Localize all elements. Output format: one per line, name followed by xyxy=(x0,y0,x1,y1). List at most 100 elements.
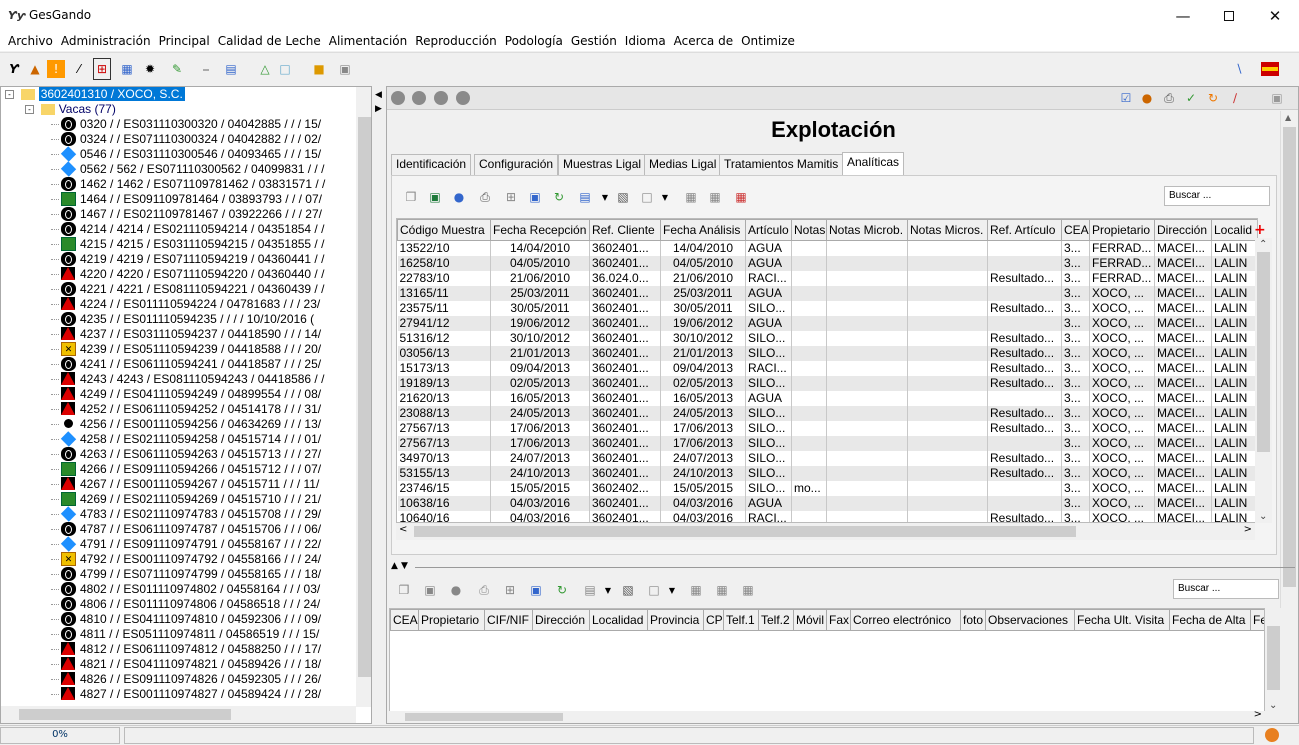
excel-icon[interactable]: ▣ xyxy=(421,581,439,599)
menu-gestion[interactable]: Gestión xyxy=(567,34,621,48)
column-header[interactable]: Ref. Cliente xyxy=(589,219,661,241)
save-icon[interactable]: ▣ xyxy=(527,581,545,599)
tree-root[interactable]: - 3602401310 / XOCO, S.C. xyxy=(5,87,185,102)
tree-hscroll[interactable] xyxy=(1,706,356,723)
window-icon[interactable]: □ xyxy=(276,60,294,78)
brush-icon[interactable]: ∕ xyxy=(1226,89,1244,107)
lower-vscroll-thumb[interactable] xyxy=(1267,626,1280,690)
chevron-down-icon[interactable]: ▼ xyxy=(599,581,617,599)
table-row[interactable]: 22783/10 21/06/2010 36.024.0... 21/06/2010 R… xyxy=(397,271,1257,286)
column-header[interactable]: CIF/NIF xyxy=(484,609,533,631)
collapse-icon[interactable]: - xyxy=(25,105,34,115)
table-row[interactable]: 27567/13 17/06/2013 3602401... 17/06/2013 SI… xyxy=(397,436,1257,451)
split-arrows[interactable]: ▲ ▼ xyxy=(387,561,1298,573)
collapse-left-icon[interactable]: ◀ xyxy=(375,90,382,100)
menu-reproduccion[interactable]: Reproducción xyxy=(411,34,501,48)
save-icon[interactable]: ▣ xyxy=(526,188,544,206)
column-header[interactable]: Móvil xyxy=(793,609,827,631)
column-header[interactable]: Dirección xyxy=(532,609,590,631)
disconnect-icon[interactable]: ▣ xyxy=(336,60,354,78)
tools-icon[interactable]: ⎯ xyxy=(197,60,215,78)
calendar-icon[interactable]: ▦ xyxy=(118,60,136,78)
add-row-icon[interactable]: + xyxy=(1254,222,1266,238)
herd-icon[interactable]: ✹ xyxy=(141,60,159,78)
add-icon[interactable]: ⊞ xyxy=(502,188,520,206)
home-icon[interactable]: ▲ xyxy=(26,60,44,78)
table-vscroll-thumb[interactable] xyxy=(1257,252,1270,452)
chart-icon[interactable]: ▤ xyxy=(576,188,594,206)
tab-muestras-ligal[interactable]: Muestras Ligal xyxy=(558,154,647,175)
table-row[interactable]: 03056/13 21/01/2013 3602401... 21/01/2013 SI… xyxy=(397,346,1257,361)
spain-flag-icon[interactable] xyxy=(1261,62,1279,76)
table-hscroll-thumb[interactable] xyxy=(414,526,1076,537)
tab-medias-ligal[interactable]: Medias Ligal xyxy=(644,154,722,175)
print-icon[interactable]: ⎙ xyxy=(475,581,493,599)
globe-icon[interactable]: ● xyxy=(447,581,465,599)
table-row[interactable]: 23746/15 15/05/2015 3602402... 15/05/2015 SI… xyxy=(397,481,1257,496)
grid-icon[interactable]: ▦ xyxy=(706,188,724,206)
close-icon[interactable]: ✕ xyxy=(1252,0,1298,31)
check-icon[interactable]: ✓ xyxy=(1182,89,1200,107)
panel-vscroll[interactable]: ▲ xyxy=(1280,111,1297,671)
card-icon[interactable]: ▤ xyxy=(222,60,240,78)
lower-search-input[interactable]: Buscar ... xyxy=(1173,579,1279,599)
chevron-down-icon[interactable]: ▼ xyxy=(656,188,674,206)
column-header[interactable]: Artículo xyxy=(745,219,792,241)
lock-icon[interactable]: ■ xyxy=(310,60,328,78)
report-icon[interactable]: ▦ xyxy=(739,581,757,599)
table-row[interactable]: 19189/13 02/05/2013 3602401... 02/05/2013 SI… xyxy=(397,376,1257,391)
excel-icon[interactable]: ▣ xyxy=(426,188,444,206)
column-header[interactable]: Fax xyxy=(826,609,851,631)
globe-icon[interactable]: ● xyxy=(1138,89,1156,107)
pencil-icon[interactable]: ∖ xyxy=(1230,60,1248,78)
calculator-icon[interactable]: ▦ xyxy=(687,581,705,599)
column-header[interactable]: Correo electrónico xyxy=(850,609,961,631)
table-row[interactable]: 27567/13 17/06/2013 3602401... 17/06/2013 SI… xyxy=(397,421,1257,436)
clock-icon[interactable] xyxy=(1265,728,1279,742)
column-header[interactable]: Fecha Ult. Visita xyxy=(1074,609,1170,631)
tree-vscroll-thumb[interactable] xyxy=(358,117,371,677)
page-icon[interactable]: □ xyxy=(638,188,656,206)
menu-principal[interactable]: Principal xyxy=(155,34,214,48)
column-header[interactable]: Fecha Análisis xyxy=(660,219,746,241)
bottle-icon[interactable]: △ xyxy=(256,60,274,78)
copy-icon[interactable]: ❐ xyxy=(395,581,413,599)
lower-hscroll-thumb[interactable] xyxy=(405,713,563,721)
column-header[interactable]: Dirección xyxy=(1154,219,1212,241)
column-header[interactable]: Observaciones xyxy=(985,609,1075,631)
checklist-icon[interactable]: ☑ xyxy=(1117,89,1135,107)
column-header[interactable]: foto xyxy=(960,609,986,631)
table-vscroll[interactable]: ⌃ ⌄ xyxy=(1255,238,1272,523)
refresh-icon[interactable]: ↻ xyxy=(1204,89,1222,107)
window-circle-icon[interactable] xyxy=(456,91,470,105)
column-header[interactable]: Ref. Artículo xyxy=(987,219,1062,241)
column-header[interactable]: Código Muestra xyxy=(397,219,491,241)
tab-analiticas[interactable]: Analíticas xyxy=(842,152,905,175)
tree-hscroll-thumb[interactable] xyxy=(19,709,231,720)
print-icon[interactable]: ⎙ xyxy=(476,188,494,206)
tree-group-vacas[interactable]: - Vacas (77) xyxy=(25,102,116,117)
cow-icon[interactable]: Ƴ xyxy=(5,60,23,78)
menu-idioma[interactable]: Idioma xyxy=(621,34,670,48)
search-input[interactable]: Buscar ... xyxy=(1164,186,1270,206)
panel-vscroll-thumb[interactable] xyxy=(1283,127,1296,587)
globe-icon[interactable]: ● xyxy=(450,188,468,206)
column-header[interactable]: Telf.1 xyxy=(723,609,759,631)
column-header[interactable]: Telf.2 xyxy=(758,609,794,631)
column-header[interactable]: Fe xyxy=(1250,609,1264,631)
report-icon[interactable]: ▦ xyxy=(732,188,750,206)
tab-tratamientos-mamitis[interactable]: Tratamientos Mamitis xyxy=(719,154,844,175)
chart-icon[interactable]: ▤ xyxy=(581,581,599,599)
syringe-icon[interactable]: ⁄ xyxy=(70,60,88,78)
splitter[interactable]: ◀ ▶ xyxy=(373,86,385,724)
lower-hscroll[interactable]: > xyxy=(389,709,1265,723)
columns-icon[interactable]: ▧ xyxy=(614,188,632,206)
column-header[interactable]: Propietario xyxy=(418,609,485,631)
herd-tree[interactable]: - 3602401310 / XOCO, S.C. - Vacas (77) 0… xyxy=(0,86,372,724)
column-header[interactable]: Localidad xyxy=(589,609,648,631)
minimize-icon[interactable]: — xyxy=(1160,0,1206,31)
column-header[interactable]: Propietario xyxy=(1089,219,1155,241)
menu-ontimize[interactable]: Ontimize xyxy=(737,34,799,48)
window-circle-icon[interactable] xyxy=(412,91,426,105)
page-icon[interactable]: □ xyxy=(645,581,663,599)
